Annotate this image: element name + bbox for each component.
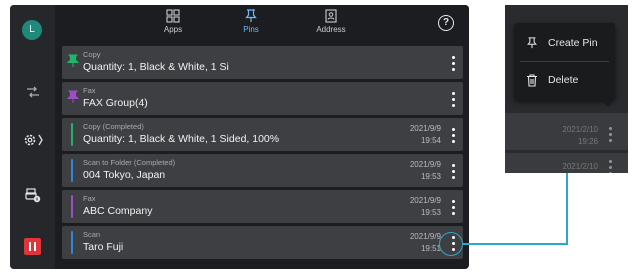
job-date: 2021/9/9 (409, 124, 441, 133)
job-type: Scan (83, 230, 101, 239)
job-date: 2021/9/9 (409, 232, 441, 241)
job-row-scan[interactable]: Scan Taro Fuji 2021/9/9 19:51 (62, 226, 463, 259)
tab-address-label: Address (316, 25, 346, 34)
job-time: 19:53 (420, 172, 441, 181)
device-screen: L Apps Pins Address ? Copy Quantity: 1, … (10, 5, 469, 269)
address-book-icon (325, 9, 337, 23)
callout-connector-line (463, 243, 568, 245)
tab-bar: Apps Pins Address ? (55, 5, 469, 43)
job-description: Quantity: 1, Black & White, 1 Si (83, 61, 229, 73)
tab-pins[interactable]: Pins (221, 9, 281, 41)
user-avatar[interactable]: L (22, 20, 42, 40)
job-timestamp: 2021/9/9 19:53 (410, 195, 441, 219)
job-description: ABC Company (83, 205, 153, 217)
more-options-button[interactable] (447, 53, 459, 73)
job-date: 2021/9/9 (409, 196, 441, 205)
background-timestamp: 2021/2/10 19:26 (562, 124, 598, 148)
job-list: Copy Quantity: 1, Black & White, 1 Si Fa… (62, 46, 463, 262)
job-time: 19:51 (420, 244, 441, 253)
job-description: FAX Group(4) (83, 97, 148, 109)
more-options-button[interactable] (447, 89, 459, 109)
apps-grid-icon (166, 9, 180, 23)
job-type-accent-bar (71, 159, 73, 182)
job-description: Quantity: 1, Black & White, 1 Sided, 100… (83, 133, 280, 145)
job-row-fax[interactable]: Fax ABC Company 2021/9/9 19:53 (62, 190, 463, 223)
side-rail: L (10, 5, 55, 269)
job-time: 19:53 (420, 208, 441, 217)
more-options-button[interactable] (447, 125, 459, 145)
context-menu: Create Pin Delete (514, 23, 615, 100)
background-timestamp: 2021/2/10 (562, 161, 598, 173)
job-type: Fax (83, 194, 96, 203)
menu-item-label: Delete (548, 74, 579, 86)
menu-item-label: Create Pin (548, 37, 598, 49)
job-row-fax-pinned[interactable]: Fax FAX Group(4) (62, 82, 463, 115)
job-description: 004 Tokyo, Japan (83, 169, 166, 181)
job-row-scan-to-folder[interactable]: Scan to Folder (Completed) 004 Tokyo, Ja… (62, 154, 463, 187)
job-type: Scan to Folder (Completed) (83, 158, 176, 167)
job-status-icon[interactable] (18, 80, 47, 104)
zoomed-context-menu-view: 2021/2/10 19:26 2021/2/10 Create Pin Del… (505, 5, 628, 173)
job-date: 2021/9/9 (409, 160, 441, 169)
job-type: Fax (83, 86, 96, 95)
tab-apps[interactable]: Apps (143, 9, 203, 41)
background-date: 2021/2/10 (562, 125, 598, 134)
job-timestamp: 2021/9/9 19:53 (410, 159, 441, 183)
job-description: Taro Fuji (83, 241, 124, 253)
job-timestamp: 2021/9/9 19:51 (410, 231, 441, 255)
job-type-accent-bar (71, 123, 73, 146)
job-timestamp: 2021/9/9 19:54 (410, 123, 441, 147)
more-options-icon (607, 160, 613, 173)
more-options-button[interactable] (447, 161, 459, 181)
tab-apps-label: Apps (163, 25, 183, 34)
settings-gear-icon[interactable] (18, 128, 47, 152)
job-type: Copy (83, 50, 101, 59)
pause-button[interactable] (18, 234, 47, 258)
more-options-icon (607, 127, 613, 142)
more-options-button[interactable] (447, 197, 459, 217)
help-button[interactable]: ? (438, 15, 454, 31)
delete-menu-item[interactable]: Delete (514, 62, 615, 98)
pin-icon (66, 54, 80, 67)
job-time: 19:54 (420, 136, 441, 145)
job-type-accent-bar (71, 231, 73, 254)
printer-info-icon[interactable] (18, 183, 47, 207)
background-date: 2021/2/10 (562, 162, 598, 171)
tab-pins-label: Pins (243, 25, 259, 34)
job-row-copy-pinned[interactable]: Copy Quantity: 1, Black & White, 1 Si (62, 46, 463, 79)
context-menu-pointer (602, 100, 614, 107)
job-type-accent-bar (71, 195, 73, 218)
pin-icon (245, 9, 257, 22)
background-time: 19:26 (577, 137, 598, 146)
pin-icon (525, 36, 539, 50)
trash-icon (525, 73, 539, 87)
callout-connector-line (566, 170, 568, 245)
pause-icon (24, 237, 41, 255)
tab-address[interactable]: Address (301, 9, 361, 41)
callout-highlight-ring (439, 232, 463, 256)
pin-icon (66, 90, 80, 103)
job-type: Copy (Completed) (83, 122, 144, 131)
job-row-copy-completed[interactable]: Copy (Completed) Quantity: 1, Black & Wh… (62, 118, 463, 151)
create-pin-menu-item[interactable]: Create Pin (514, 25, 615, 61)
